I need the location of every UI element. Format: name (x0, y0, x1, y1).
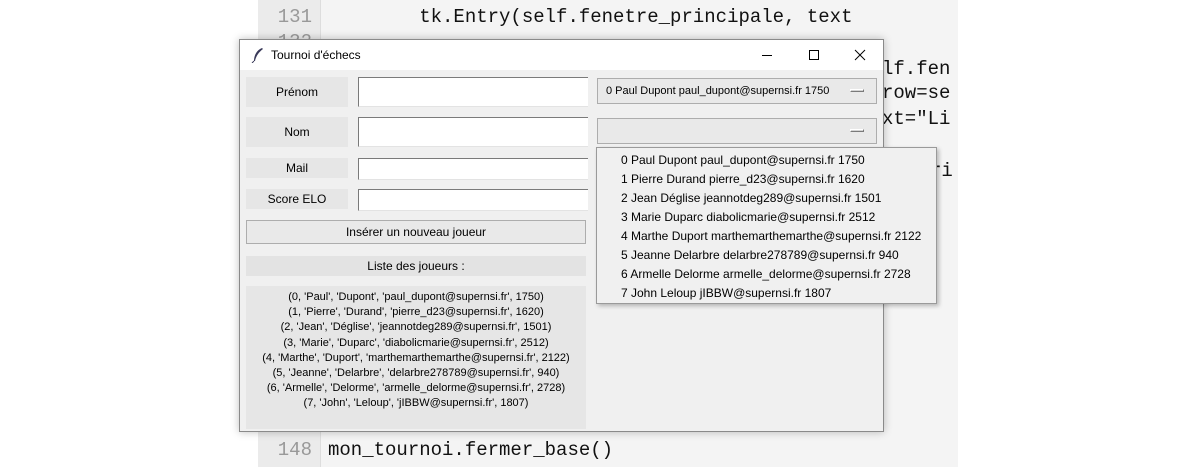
minimize-icon (762, 55, 772, 56)
dropdown-item[interactable]: 5 Jeanne Delarbre delarbre278789@superns… (597, 246, 936, 265)
elo-label: Score ELO (246, 189, 348, 209)
maximize-button[interactable] (791, 40, 837, 70)
nom-input[interactable] (358, 117, 588, 147)
feather-icon (251, 48, 263, 63)
title-bar: Tournoi d'échecs (240, 40, 883, 70)
dropdown-item[interactable]: 1 Pierre Durand pierre_d23@supernsi.fr 1… (597, 170, 936, 189)
option-menu-1-value: 0 Paul Dupont paul_dupont@supernsi.fr 17… (606, 85, 830, 97)
player-row: (1, 'Pierre', 'Durand', 'pierre_d23@supe… (288, 306, 544, 319)
code-line: tk.Entry(self.fenetre_principale, text (328, 6, 853, 28)
player-list: (0, 'Paul', 'Dupont', 'paul_dupont@super… (246, 286, 586, 429)
player-dropdown-menu: 0 Paul Dupont paul_dupont@supernsi.fr 17… (596, 147, 937, 304)
code-line: lf.fen (882, 58, 951, 80)
elo-input[interactable] (358, 189, 588, 211)
window-title: Tournoi d'échecs (271, 48, 361, 62)
code-line: row=se (882, 82, 951, 104)
player-row: (2, 'Jean', 'Déglise', 'jeannotdeg289@su… (280, 321, 552, 334)
maximize-icon (809, 50, 819, 60)
prenom-label: Prénom (246, 77, 348, 107)
player-option-menu-2[interactable] (597, 118, 877, 144)
dropdown-item[interactable]: 7 John Leloup jIBBW@supernsi.fr 1807 (597, 284, 936, 303)
close-icon (854, 49, 866, 61)
mail-label: Mail (246, 158, 348, 178)
minimize-button[interactable] (744, 40, 790, 70)
dropdown-item[interactable]: 3 Marie Duparc diabolicmarie@supernsi.fr… (597, 208, 936, 227)
dropdown-item[interactable]: 4 Marthe Duport marthemarthemarthe@super… (597, 227, 936, 246)
player-row: (7, 'John', 'Leloup', 'jIBBW@supernsi.fr… (303, 397, 529, 410)
code-fragment: xt="Li (882, 108, 951, 130)
line-number: 132 (258, 31, 312, 39)
player-row: (6, 'Armelle', 'Delorme', 'armelle_delor… (266, 382, 566, 395)
mail-input[interactable] (358, 158, 588, 180)
dropdown-item[interactable]: 6 Armelle Delorme armelle_delorme@supern… (597, 265, 936, 284)
player-row: (3, 'Marie', 'Duparc', 'diabolicmarie@su… (283, 336, 549, 349)
player-list-title: Liste des joueurs : (246, 256, 586, 276)
close-button[interactable] (837, 40, 883, 70)
prenom-input[interactable] (358, 77, 588, 107)
dropdown-item[interactable]: 2 Jean Déglise jeannotdeg289@supernsi.fr… (597, 189, 936, 208)
player-row: (0, 'Paul', 'Dupont', 'paul_dupont@super… (288, 291, 544, 303)
option-menu-indicator-icon (850, 89, 864, 92)
code-line: xt="Li (882, 108, 950, 130)
line-number: 131 (277, 6, 312, 28)
nom-label: Nom (246, 117, 348, 147)
line-number: 148 (277, 439, 312, 461)
player-row: (5, 'Jeanne', 'Delarbre', 'delarbre27878… (272, 367, 560, 380)
code-line: mon_tournoi.fermer_base() (328, 439, 614, 461)
player-option-menu-1[interactable]: 0 Paul Dupont paul_dupont@supernsi.fr 17… (597, 78, 877, 104)
option-menu-indicator-icon (850, 129, 864, 132)
player-row: (4, 'Marthe', 'Duport', 'marthemarthemar… (262, 351, 570, 364)
dropdown-item[interactable]: 0 Paul Dupont paul_dupont@supernsi.fr 17… (597, 151, 936, 170)
insert-player-button[interactable]: Insérer un nouveau joueur (246, 220, 586, 244)
